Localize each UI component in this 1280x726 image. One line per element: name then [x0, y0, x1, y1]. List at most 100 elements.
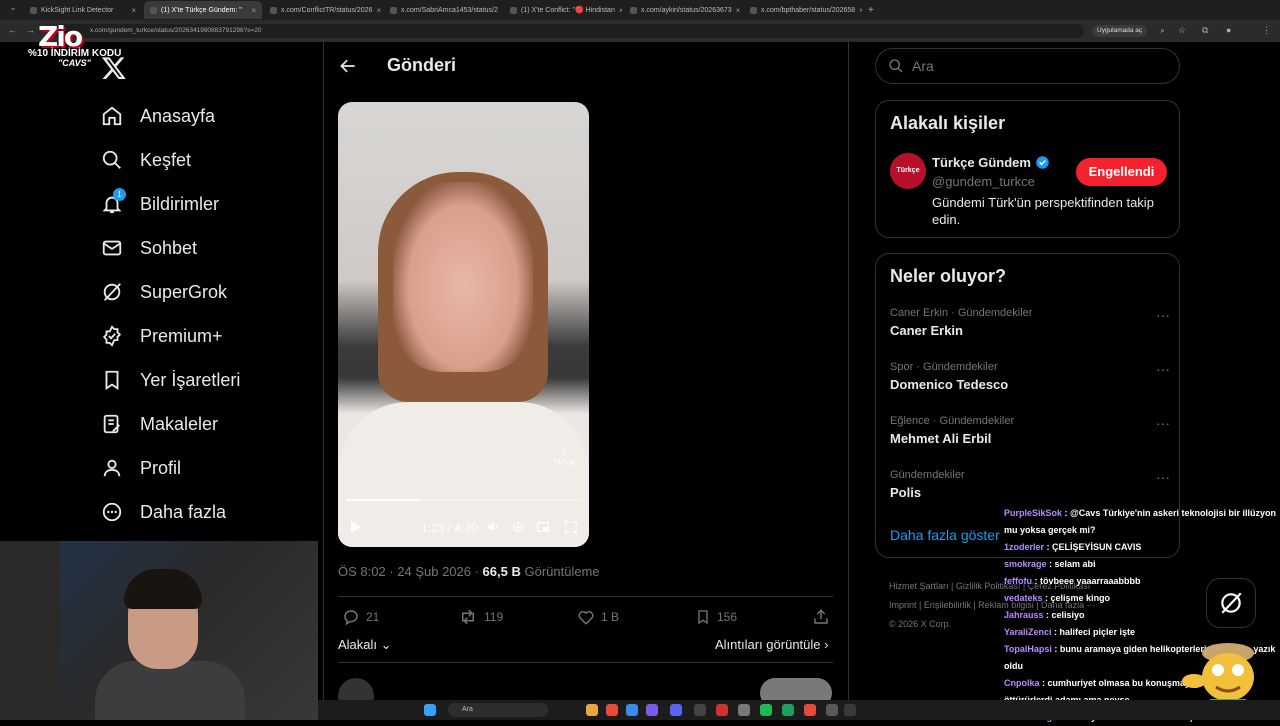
edge-icon[interactable]	[626, 704, 638, 716]
nav-item-chat[interactable]: Sohbet	[100, 233, 197, 263]
chat-text: çelişme kingo	[1051, 593, 1111, 603]
article-icon	[100, 412, 124, 436]
app-icon[interactable]	[646, 704, 658, 716]
tab-close-icon[interactable]: ×	[736, 6, 741, 15]
trend-item[interactable]: GündemdekilerPolis···	[890, 469, 1170, 500]
star-icon[interactable]: ☆	[1178, 25, 1186, 36]
reply-button[interactable]: 21	[342, 608, 379, 626]
back-arrow-icon[interactable]	[338, 56, 358, 76]
chat-username: Cnpolka	[1004, 678, 1040, 688]
nav-item-home[interactable]: Anasayfa	[100, 101, 215, 131]
browser-menu-icon[interactable]: ⋮	[1262, 25, 1271, 36]
related-account-handle: @gundem_turkce	[932, 174, 1035, 189]
repost-button[interactable]: 119	[458, 608, 503, 626]
fullscreen-icon[interactable]	[564, 520, 578, 534]
tab-close-icon[interactable]: ×	[859, 6, 862, 15]
spotify-icon[interactable]	[760, 704, 772, 716]
files-icon[interactable]	[586, 704, 598, 716]
view-quotes-link[interactable]: Alıntıları görüntüle ›	[715, 637, 828, 652]
nav-item-profile[interactable]: Profil	[100, 453, 181, 483]
video-progress-fill	[346, 499, 421, 501]
app-icon[interactable]	[694, 704, 706, 716]
obs-icon[interactable]	[844, 704, 856, 716]
nav-item-premium[interactable]: Premium+	[100, 321, 223, 351]
nav-item-supergrok[interactable]: SuperGrok	[100, 277, 227, 307]
tab-title: x.com/bpthaber/status/202658	[761, 7, 855, 14]
trend-item[interactable]: Eğlence · GündemdekilerMehmet Ali Erbil·…	[890, 415, 1170, 446]
like-button[interactable]: 1 B	[577, 608, 619, 626]
browser-tab[interactable]: KickSight Link Detector×	[24, 1, 142, 19]
more-circle-icon	[100, 500, 124, 524]
more-options-icon[interactable]: ···	[1156, 415, 1170, 431]
play-icon[interactable]	[350, 520, 362, 534]
tab-close-icon[interactable]: ×	[251, 6, 256, 15]
nav-item-bookmarks[interactable]: Yer İşaretleri	[100, 365, 240, 395]
video-time: 1:23 / 4:20	[421, 521, 478, 535]
notification-badge: 1	[113, 188, 126, 201]
browser-tab[interactable]: x.com/aykiri/status/20263673×	[624, 1, 742, 19]
zoom-icon[interactable]: ⌕	[1160, 25, 1165, 36]
bookmark-button[interactable]: 156	[695, 608, 737, 626]
tab-menu-button[interactable]: ⌄	[4, 3, 22, 17]
person-icon	[100, 456, 124, 480]
view-quotes-label: Alıntıları görüntüle	[715, 637, 821, 652]
nav-item-articles[interactable]: Makaleler	[100, 409, 218, 439]
chat-text: ÇELİŞEYİSUN CAVIS	[1052, 542, 1141, 552]
trend-item[interactable]: Spor · GündemdekilerDomenico Tedesco···	[890, 361, 1170, 392]
back-button[interactable]: ←	[8, 25, 17, 35]
browser-tab[interactable]: x.com/ConflictTR/status/2026×	[264, 1, 382, 19]
blocked-button[interactable]: Engellendi	[1076, 158, 1167, 186]
settings-gear-icon[interactable]	[511, 520, 525, 534]
open-in-app-button[interactable]: Uygulamada aç	[1092, 25, 1147, 37]
nav-item-explore[interactable]: Keşfet	[100, 145, 191, 175]
share-button[interactable]	[812, 608, 830, 626]
chrome-icon[interactable]	[606, 704, 618, 716]
chat-username: smokrage	[1004, 559, 1047, 569]
tab-close-icon[interactable]: ×	[376, 6, 381, 15]
more-options-icon[interactable]: ···	[1156, 469, 1170, 485]
more-options-icon[interactable]: ···	[1156, 307, 1170, 323]
nav-item-label: Keşfet	[140, 150, 191, 171]
chat-username: feffofu	[1004, 576, 1032, 586]
taskbar-search[interactable]: Ara	[448, 703, 548, 717]
chrome-icon[interactable]	[804, 704, 816, 716]
new-tab-button[interactable]: +	[868, 5, 882, 16]
app-icon[interactable]	[716, 704, 728, 716]
app-icon[interactable]	[738, 704, 750, 716]
app-icon[interactable]	[782, 704, 794, 716]
related-account-name[interactable]: Türkçe Gündem	[932, 155, 1050, 170]
trend-item[interactable]: Caner Erkin · GündemdekilerCaner Erkin··…	[890, 307, 1170, 338]
browser-tab[interactable]: x.com/bpthaber/status/202658 ×	[744, 1, 862, 19]
more-options-icon[interactable]: ···	[1156, 361, 1170, 377]
tab-favicon-icon	[30, 7, 37, 14]
show-more-link[interactable]: Daha fazla göster	[890, 527, 1000, 543]
chevron-down-icon: ⌄	[381, 637, 392, 652]
volume-icon[interactable]	[486, 520, 500, 534]
search-input[interactable]: Ara	[875, 48, 1180, 84]
start-icon[interactable]	[424, 704, 436, 716]
nav-item-more[interactable]: Daha fazla	[100, 497, 226, 527]
webcam-streamer-body	[95, 661, 245, 720]
search-placeholder: Ara	[912, 58, 934, 74]
browser-tab[interactable]: (1) X'te Conflict: "🔴 Hindistan×	[504, 1, 622, 19]
x-logo-icon[interactable]	[101, 55, 127, 81]
browser-tab-active[interactable]: (1) X'te Türkçe Gündem: "×	[144, 1, 262, 19]
reply-sort-dropdown[interactable]: Alakalı ⌄	[338, 637, 392, 653]
profile-icon[interactable]: ●	[1226, 25, 1231, 35]
app-icon[interactable]	[826, 704, 838, 716]
related-people-card: Alakalı kişiler Türkçe Türkçe Gündem @gu…	[875, 100, 1180, 238]
tab-close-icon[interactable]: ×	[619, 6, 622, 15]
video-player[interactable]: ♪TikTok @dila_sevdem_19 1:23 / 4:20	[338, 102, 589, 547]
extensions-icon[interactable]: ⧉	[1202, 25, 1208, 36]
avatar[interactable]: Türkçe	[890, 153, 926, 189]
chat-message: smokrage : selam abi	[1004, 556, 1280, 573]
windows-taskbar: Ara	[318, 700, 1280, 720]
tab-close-icon[interactable]: ×	[131, 6, 136, 15]
browser-tab[interactable]: x.com/SabriAmca1453/status/2×	[384, 1, 502, 19]
column-divider	[848, 42, 849, 720]
reply-count: 21	[366, 610, 379, 624]
repost-count: 119	[484, 610, 503, 624]
address-bar[interactable]: x.com/gundem_turkce/status/2026341990883…	[54, 24, 1084, 38]
discord-icon[interactable]	[670, 704, 682, 716]
picture-in-picture-icon[interactable]	[536, 520, 550, 534]
